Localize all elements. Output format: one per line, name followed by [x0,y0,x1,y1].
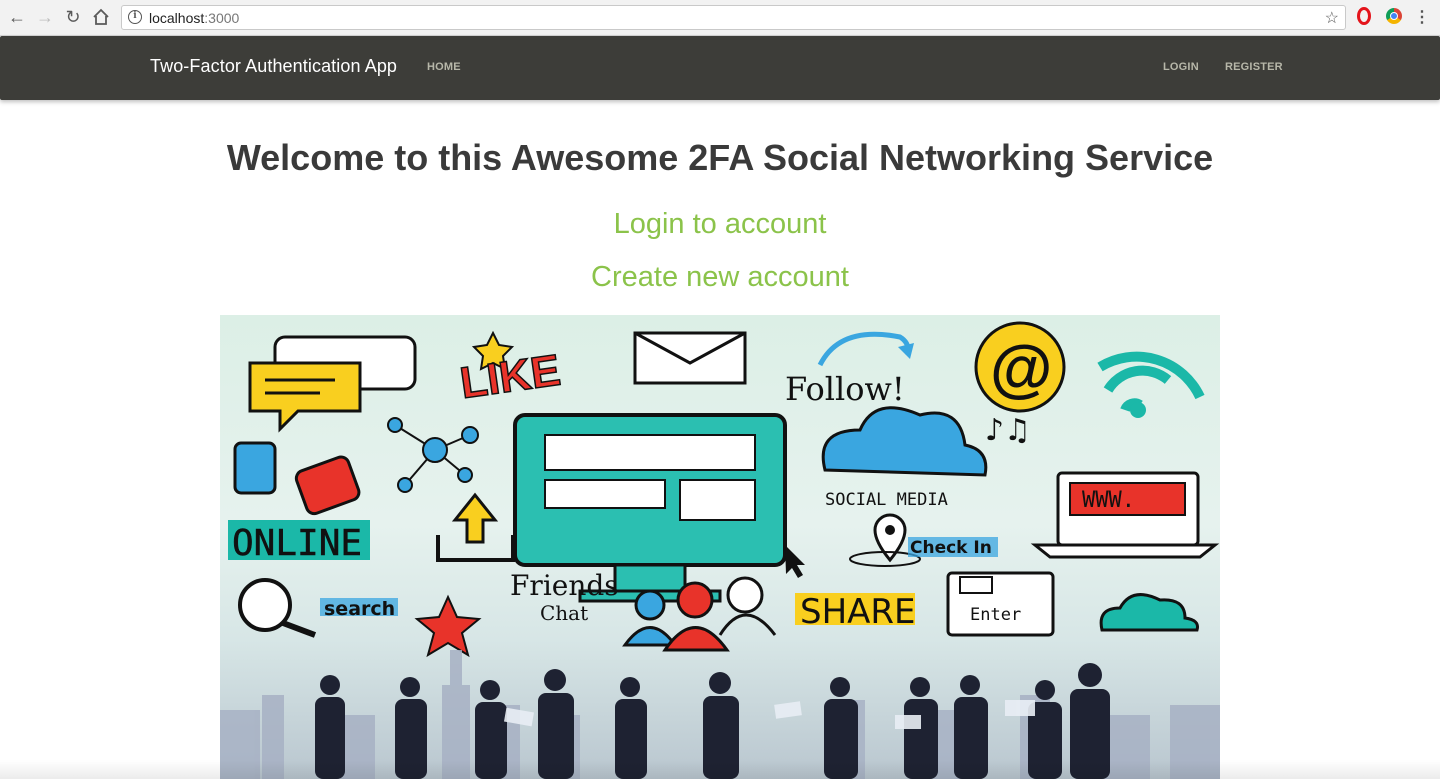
opera-extension-icon[interactable] [1357,7,1371,25]
check-in-word: Check In [910,538,992,558]
upload-arrow-icon [436,492,515,562]
www-word: WWW. [1082,488,1135,513]
music-notes-icon: ♪♫ [985,413,1031,448]
chrome-extension-icon[interactable] [1386,8,1402,24]
page-title: Welcome to this Awesome 2FA Social Netwo… [226,137,1214,178]
phone-icon [294,455,361,516]
envelope-icon [633,331,747,385]
laptop-icon [1030,471,1220,559]
chat-bubble-icon [248,335,417,433]
back-icon[interactable]: ← [6,6,28,28]
reload-icon[interactable]: ↻ [62,6,84,28]
small-cloud-icon [1099,593,1199,632]
site-info-icon[interactable]: i [128,10,142,24]
network-nodes-icon [387,417,479,493]
cursor-icon [785,545,805,578]
hero-image: LIKE Follow! @ SOCIAL MEDIA ♪♫ WWW. ONLI… [220,315,1220,779]
login-account-link[interactable]: Login to account [0,208,1440,241]
cloud-icon [821,406,988,477]
nav-register-link[interactable]: REGISTER [1225,61,1283,73]
browser-toolbar: ← → ↻ i localhost:3000 ☆ ⋮ [0,0,1440,36]
home-icon[interactable] [90,6,112,28]
bookmark-star-icon[interactable]: ☆ [1325,8,1339,28]
address-bar[interactable]: i localhost:3000 ☆ [121,5,1346,30]
at-sign-icon: @ [990,332,1052,404]
create-account-link[interactable]: Create new account [0,261,1440,294]
wifi-icon [1097,351,1205,413]
tablet-icon [233,441,277,495]
forward-icon[interactable]: → [34,6,56,28]
business-people-silhouettes [315,663,1110,779]
friends-word: Friends [510,569,619,602]
nav-home-link[interactable]: HOME [427,61,461,73]
nav-login-link[interactable]: LOGIN [1163,61,1199,73]
brand-logo[interactable]: Two-Factor Authentication App [150,56,397,77]
browser-menu-icon[interactable]: ⋮ [1414,7,1430,27]
enter-word: Enter [970,605,1021,625]
social-media-doodle-illustration: LIKE Follow! @ SOCIAL MEDIA ♪♫ WWW. ONLI… [220,321,1220,779]
chat-word: Chat [540,601,588,625]
enter-key-icon [946,571,1055,637]
online-word: ONLINE [232,523,362,564]
app-navbar: Two-Factor Authentication App HOME LOGIN… [0,36,1440,100]
follow-arrow-icon [817,331,911,367]
address-url: localhost:3000 [149,10,240,26]
red-star-icon [414,594,482,658]
search-word: search [324,598,395,620]
social-media-word: SOCIAL MEDIA [825,490,948,510]
share-word: SHARE [800,592,916,632]
like-word: LIKE [457,346,563,408]
follow-word: Follow! [785,370,905,408]
magnifier-icon [238,578,317,638]
